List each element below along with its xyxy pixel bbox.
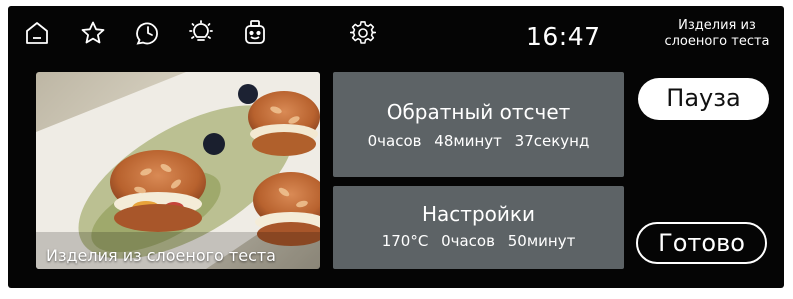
program-photo[interactable]: Изделия из слоеного теста — [36, 72, 320, 269]
settings-hours: 0часов — [441, 232, 495, 250]
gear-icon[interactable] — [350, 20, 376, 46]
countdown-panel: Обратный отсчет 0часов 48минут 37секунд — [333, 72, 624, 177]
robot-icon[interactable] — [242, 19, 268, 45]
photo-caption: Изделия из слоеного теста — [46, 246, 276, 265]
clock-icon[interactable] — [135, 20, 161, 46]
pause-button[interactable]: Пауза — [638, 78, 769, 120]
bulb-icon[interactable] — [188, 20, 214, 46]
countdown-values: 0часов 48минут 37секунд — [333, 132, 624, 150]
home-icon[interactable] — [24, 20, 50, 46]
countdown-hours: 0часов — [367, 132, 422, 150]
selected-program-title: Изделия из слоеного теста — [664, 18, 770, 49]
done-button[interactable]: Готово — [636, 222, 767, 264]
settings-title: Настройки — [422, 202, 535, 226]
settings-panel[interactable]: Настройки 170°C 0часов 50минут — [333, 186, 624, 269]
countdown-title: Обратный отсчет — [386, 100, 571, 124]
pastry-image — [36, 72, 320, 269]
settings-minutes: 50минут — [507, 232, 576, 250]
current-time: 16:47 — [526, 22, 601, 51]
countdown-minutes: 48минут — [434, 132, 502, 150]
star-icon[interactable] — [80, 20, 106, 46]
settings-values: 170°C 0часов 50минут — [333, 232, 624, 250]
oven-screen: 16:47 Изделия из слоеного теста Изделия … — [8, 6, 784, 288]
countdown-seconds: 37секунд — [514, 132, 590, 150]
settings-temperature: 170°C — [381, 232, 429, 250]
